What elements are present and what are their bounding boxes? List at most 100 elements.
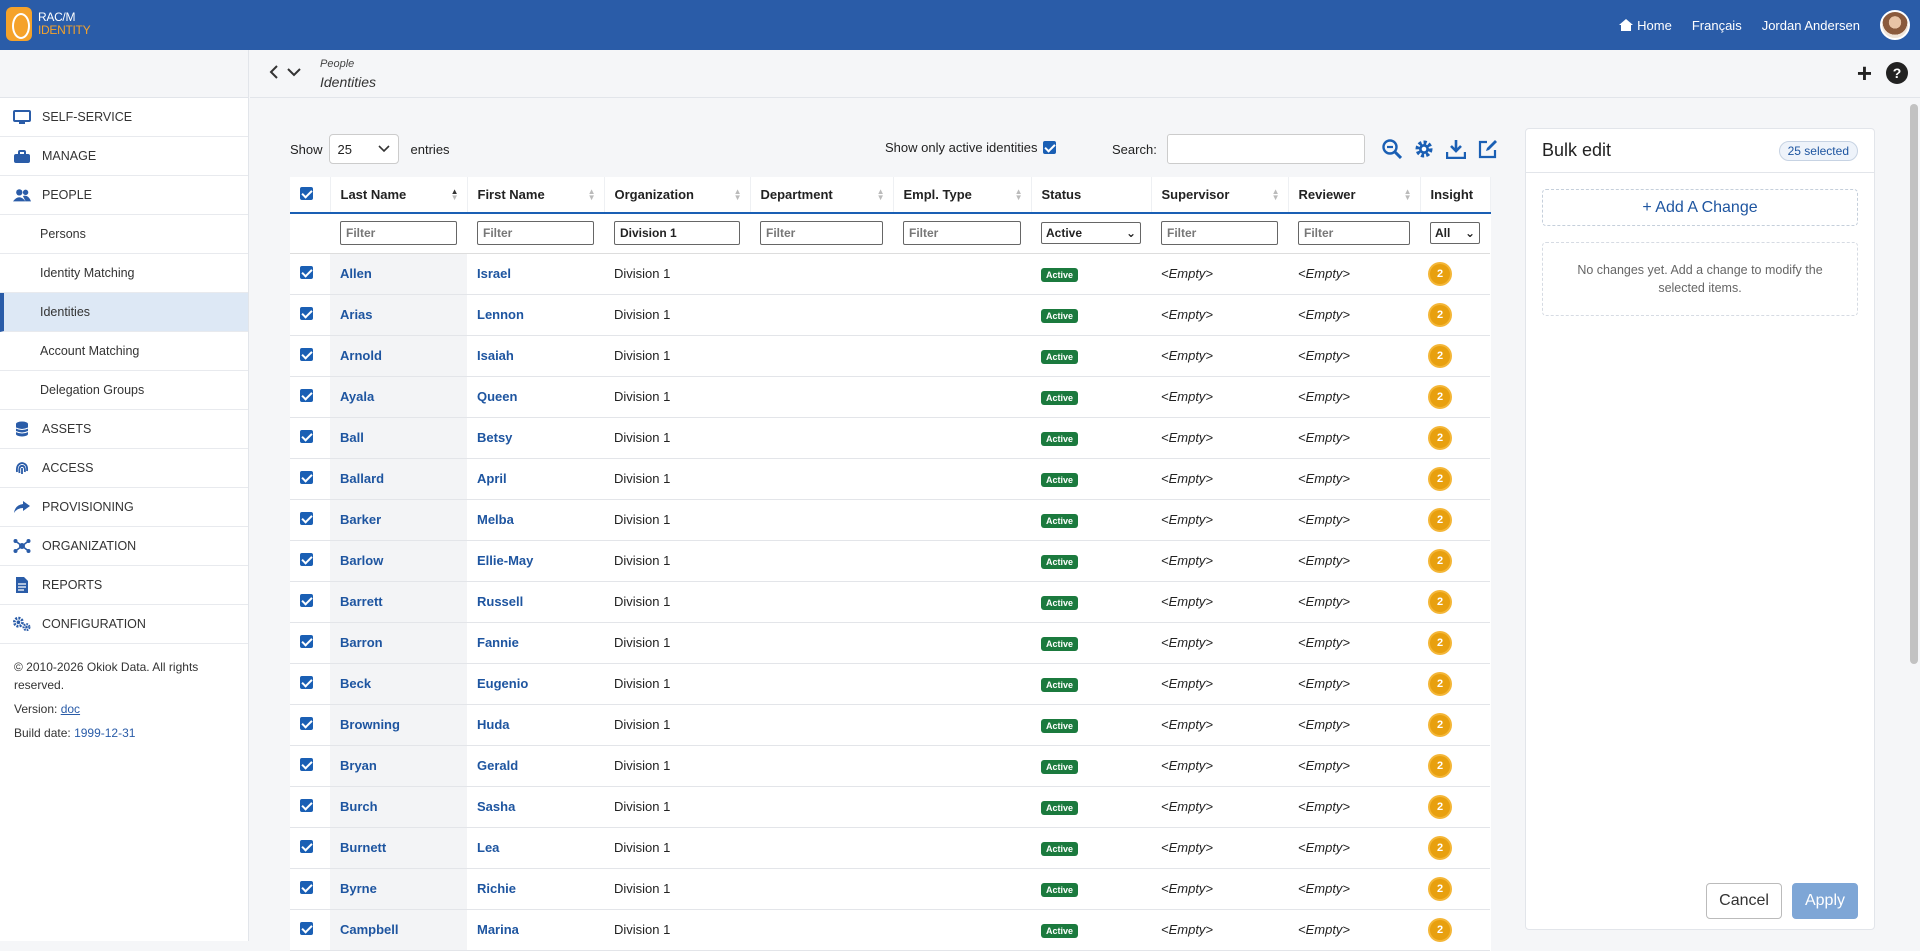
table-row[interactable]: Arias Lennon Division 1 Active <Empty> <Empty…	[290, 294, 1490, 336]
last-name-link[interactable]: Browning	[340, 717, 400, 732]
sidebar-item-access[interactable]: ACCESS	[0, 449, 248, 488]
insight-badge-icon[interactable]: 2	[1430, 919, 1450, 940]
table-row[interactable]: Barlow Ellie-May Division 1 Active <Empty> <E…	[290, 540, 1490, 582]
col-first-name[interactable]: First Name ▲ ▼	[467, 177, 605, 214]
last-name-link[interactable]: Arias	[340, 307, 373, 322]
sidebar-item-account-matching[interactable]: Account Matching	[0, 332, 248, 371]
first-name-link[interactable]: Richie	[477, 881, 516, 896]
col-department[interactable]: Department ▲ ▼	[750, 177, 894, 214]
last-name-link[interactable]: Barlow	[340, 553, 383, 568]
download-icon[interactable]	[1445, 138, 1467, 160]
row-checkbox[interactable]	[300, 552, 313, 566]
sidebar-item-configuration[interactable]: CONFIGURATION	[0, 605, 248, 644]
table-row[interactable]: Burnett Lea Division 1 Active <Empty> <Empty>…	[290, 827, 1490, 869]
zoom-out-icon[interactable]	[1381, 138, 1403, 160]
last-name-link[interactable]: Burnett	[340, 840, 386, 855]
last-name-link[interactable]: Ayala	[340, 389, 374, 404]
filter-supervisor[interactable]: Filter	[1161, 221, 1278, 246]
last-name-link[interactable]: Bryan	[340, 758, 377, 773]
insight-badge-icon[interactable]: 2	[1430, 386, 1450, 407]
table-row[interactable]: Arnold Isaiah Division 1 Active <Empty> <Empt…	[290, 335, 1490, 377]
breadcrumb-parent[interactable]: People	[320, 55, 376, 73]
first-name-link[interactable]: Sasha	[477, 799, 515, 814]
filter-department[interactable]: Filter	[760, 221, 883, 246]
active-only-checkbox[interactable]	[1043, 141, 1057, 154]
version-link[interactable]: doc	[61, 702, 80, 716]
user-name[interactable]: Jordan Andersen	[1762, 18, 1860, 33]
first-name-link[interactable]: Eugenio	[477, 676, 528, 691]
help-icon[interactable]: ?	[1886, 62, 1908, 84]
filter-last-name[interactable]: Filter	[340, 221, 457, 246]
first-name-link[interactable]: Lennon	[477, 307, 524, 322]
last-name-link[interactable]: Beck	[340, 676, 371, 691]
insight-badge-icon[interactable]: 2	[1430, 509, 1450, 530]
last-name-link[interactable]: Barker	[340, 512, 381, 527]
first-name-link[interactable]: Melba	[477, 512, 514, 527]
insight-badge-icon[interactable]: 2	[1430, 837, 1450, 858]
first-name-link[interactable]: Betsy	[477, 430, 512, 445]
first-name-link[interactable]: Gerald	[477, 758, 518, 773]
row-checkbox[interactable]	[300, 757, 313, 771]
insight-badge-icon[interactable]: 2	[1430, 755, 1450, 776]
insight-badge-icon[interactable]: 2	[1430, 468, 1450, 489]
home-link[interactable]: Home	[1619, 18, 1672, 33]
entries-select[interactable]: 25	[328, 134, 399, 164]
first-name-link[interactable]: Lea	[477, 840, 499, 855]
search-input[interactable]	[1166, 134, 1365, 164]
table-row[interactable]: Ayala Queen Division 1 Active <Empty> <Empty>…	[290, 376, 1490, 418]
table-row[interactable]: Bryan Gerald Division 1 Active <Empty> <Empty…	[290, 745, 1490, 787]
row-checkbox[interactable]	[300, 880, 313, 894]
row-checkbox[interactable]	[300, 511, 313, 525]
last-name-link[interactable]: Ball	[340, 430, 364, 445]
apply-button[interactable]: Apply	[1791, 883, 1858, 919]
sidebar-item-self-service[interactable]: SELF-SERVICE	[0, 98, 248, 137]
table-row[interactable]: Beck Eugenio Division 1 Active <Empty> <Empty…	[290, 663, 1490, 705]
select-all-checkbox[interactable]	[300, 186, 313, 200]
table-row[interactable]: Barker Melba Division 1 Active <Empty> <Empty…	[290, 499, 1490, 541]
sidebar-item-identities[interactable]: Identities	[0, 293, 248, 332]
first-name-link[interactable]: Huda	[477, 717, 510, 732]
row-checkbox[interactable]	[300, 265, 313, 279]
edit-icon[interactable]	[1477, 138, 1499, 160]
col-empl-type[interactable]: Empl. Type ▲ ▼	[893, 177, 1032, 214]
first-name-link[interactable]: Fannie	[477, 635, 519, 650]
cancel-button[interactable]: Cancel	[1706, 883, 1782, 919]
row-checkbox[interactable]	[300, 839, 313, 853]
row-checkbox[interactable]	[300, 921, 313, 935]
row-checkbox[interactable]	[300, 470, 313, 484]
insight-badge-icon[interactable]: 2	[1430, 878, 1450, 899]
filter-insight-select[interactable]: All ⌄	[1430, 222, 1480, 245]
last-name-link[interactable]: Arnold	[340, 348, 382, 363]
row-checkbox[interactable]	[300, 347, 313, 361]
last-name-link[interactable]: Byrne	[340, 881, 377, 896]
add-icon[interactable]: +	[1857, 60, 1872, 86]
insight-badge-icon[interactable]: 2	[1430, 632, 1450, 653]
row-checkbox[interactable]	[300, 306, 313, 320]
table-row[interactable]: Ball Betsy Division 1 Active <Empty> <Empty> 2	[290, 417, 1490, 459]
col-last-name[interactable]: Last Name ▲ ▼	[330, 177, 468, 214]
row-checkbox[interactable]	[300, 429, 313, 443]
table-row[interactable]: Burch Sasha Division 1 Active <Empty> <Empty>…	[290, 786, 1490, 828]
sidebar-item-manage[interactable]: MANAGE	[0, 137, 248, 176]
sidebar-item-assets[interactable]: ASSETS	[0, 410, 248, 449]
language-link[interactable]: Français	[1692, 18, 1742, 33]
row-checkbox[interactable]	[300, 798, 313, 812]
last-name-link[interactable]: Barrett	[340, 594, 383, 609]
sidebar-item-provisioning[interactable]: PROVISIONING	[0, 488, 248, 527]
first-name-link[interactable]: April	[477, 471, 507, 486]
first-name-link[interactable]: Queen	[477, 389, 517, 404]
insight-badge-icon[interactable]: 2	[1430, 550, 1450, 571]
back-icon[interactable]	[268, 64, 280, 85]
insight-badge-icon[interactable]: 2	[1430, 263, 1450, 284]
row-checkbox[interactable]	[300, 716, 313, 730]
sidebar-item-organization[interactable]: ORGANIZATION	[0, 527, 248, 566]
filter-reviewer[interactable]: Filter	[1298, 221, 1410, 246]
chevron-down-icon[interactable]	[286, 64, 302, 85]
col-status[interactable]: Status	[1031, 177, 1152, 214]
table-row[interactable]: Barron Fannie Division 1 Active <Empty> <Empt…	[290, 622, 1490, 664]
first-name-link[interactable]: Isaiah	[477, 348, 514, 363]
insight-badge-icon[interactable]: 2	[1430, 673, 1450, 694]
filter-empl-type[interactable]: Filter	[903, 221, 1021, 246]
last-name-link[interactable]: Ballard	[340, 471, 384, 486]
table-row[interactable]: Browning Huda Division 1 Active <Empty> <Empt…	[290, 704, 1490, 746]
